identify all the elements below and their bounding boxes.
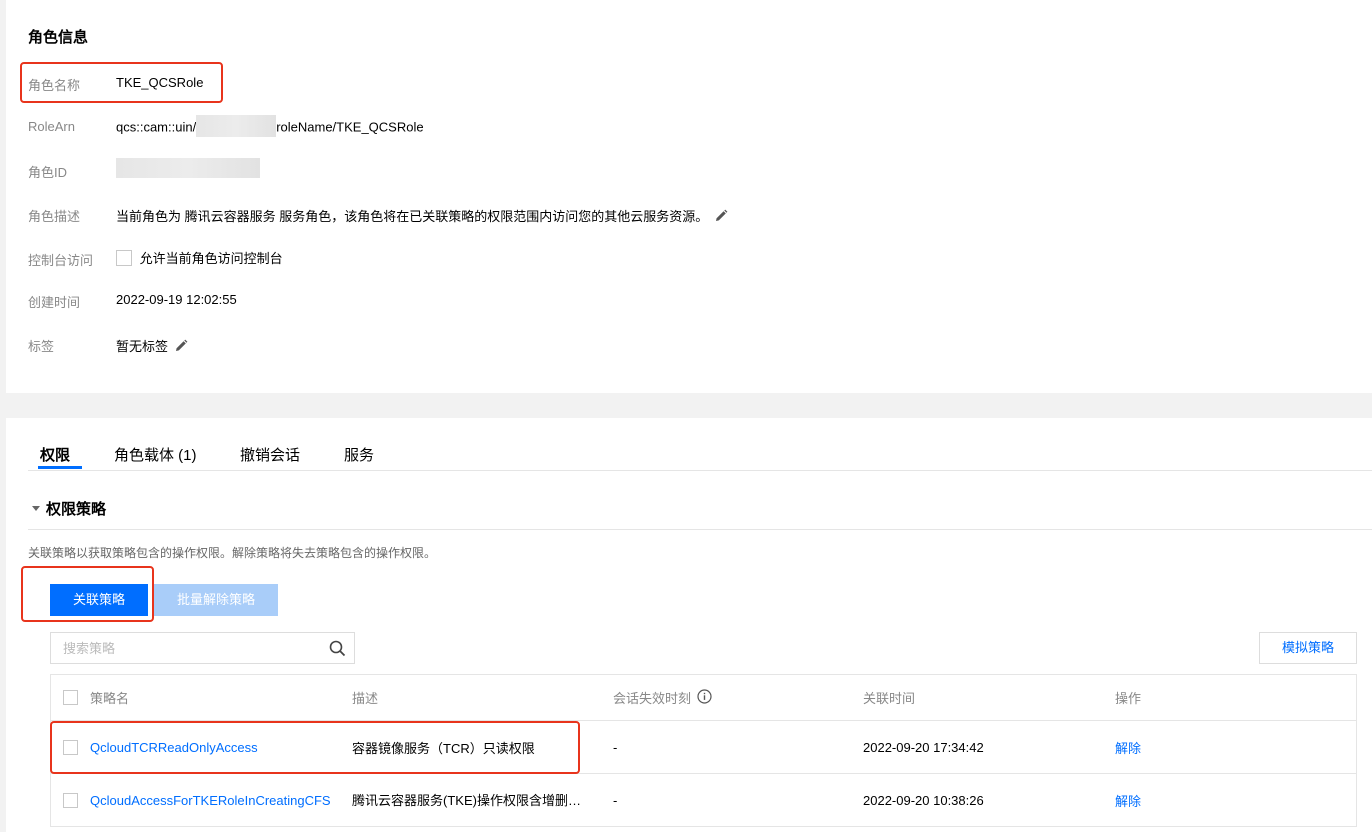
policy-desc-cell: 腾讯云容器服务(TKE)操作权限含增删改查 [352,774,590,826]
edit-description-icon[interactable] [714,209,728,226]
col-description: 描述 [352,691,379,706]
tags-row: 暂无标签 [116,336,188,356]
detach-link[interactable]: 解除 [1115,791,1141,810]
permissions-card: 权限 角色载体 (1) 撤销会话 服务 权限策略 关联策略以获取策略包含的操作权… [6,418,1372,832]
policy-help-text: 关联策略以获取策略包含的操作权限。解除策略将失去策略包含的操作权限。 [28,546,437,560]
edit-tags-icon[interactable] [174,339,188,356]
policy-search-box [50,632,355,664]
role-info-card: 角色信息 角色名称 TKE_QCSRole RoleArn qcs::cam::… [6,0,1372,393]
role-desc-row: 当前角色为 腾讯云容器服务 服务角色，该角色将在已关联策略的权限范围内访问您的其… [116,206,728,226]
table-header-row: 策略名 描述 会话失效时刻 关联时间 操作 [51,675,1356,721]
highlight-box-tcr-policy [50,721,580,774]
simulate-policy-button[interactable]: 模拟策略 [1259,632,1357,664]
role-id-value [116,158,260,178]
col-session-expiry-label: 会话失效时刻 [613,691,692,706]
policy-session: - [613,792,618,808]
batch-detach-policy-button[interactable]: 批量解除策略 [154,584,278,616]
policy-desc: 腾讯云容器服务(TKE)操作权限含增删改查 [352,792,584,808]
tab-bar: 权限 角色载体 (1) 撤销会话 服务 [28,444,1372,471]
tags-value: 暂无标签 [116,339,169,354]
highlight-box-role-name [20,62,223,103]
tab-permissions[interactable]: 权限 [40,444,70,465]
col-session-expiry: 会话失效时刻 [613,675,813,720]
role-arn-prefix: qcs::cam::uin/ [116,119,197,135]
role-desc-label: 角色描述 [28,209,81,224]
tags-label: 标签 [28,339,55,354]
policy-attach-time: 2022-09-20 10:38:26 [863,792,984,808]
redacted-role-id [116,158,260,178]
active-tab-indicator [38,466,82,469]
created-time-value: 2022-09-19 12:02:55 [116,292,237,307]
console-access-checkbox-label[interactable]: 允许当前角色访问控制台 [140,251,283,266]
col-policy-name: 策略名 [90,691,130,706]
role-id-label: 角色ID [28,165,68,180]
policy-attach-time: 2022-09-20 17:34:42 [863,739,984,755]
divider [28,529,1372,530]
tab-revoke-session[interactable]: 撤销会话 [240,444,300,465]
console-access-label: 控制台访问 [28,253,94,268]
role-desc-value: 当前角色为 腾讯云容器服务 服务角色，该角色将在已关联策略的权限范围内访问您的其… [116,209,709,224]
select-all-checkbox[interactable] [63,690,78,705]
table-row: QcloudAccessForTKERoleInCreatingCFS 腾讯云容… [51,774,1356,827]
col-attach-time: 关联时间 [863,691,916,706]
role-arn-label: RoleArn [28,119,75,134]
policy-search-input[interactable] [51,633,333,663]
policy-section-header[interactable]: 权限策略 [32,498,106,519]
tab-role-carrier[interactable]: 角色载体 (1) [114,444,197,465]
info-icon[interactable] [697,688,712,707]
policy-name-cell: QcloudAccessForTKERoleInCreatingCFS [90,774,330,826]
role-arn-value: qcs::cam::uin/roleName/TKE_QCSRole [116,115,424,137]
role-arn-suffix: roleName/TKE_QCSRole [276,119,424,135]
policy-section-title: 权限策略 [46,501,107,518]
detach-link[interactable]: 解除 [1115,738,1141,757]
search-icon[interactable] [329,640,346,660]
header-checkbox-cell [63,675,78,720]
role-info-title: 角色信息 [28,29,89,46]
policy-name-link[interactable]: QcloudAccessForTKERoleInCreatingCFS [90,793,330,808]
created-time-label: 创建时间 [28,295,81,310]
console-access-row: 允许当前角色访问控制台 [116,248,283,267]
policy-op-cell: 解除 [1115,721,1195,773]
col-operation: 操作 [1115,691,1142,706]
row-checkbox-cell [63,774,78,826]
highlight-box-attach [21,566,154,622]
policy-session: - [613,739,618,755]
tab-service[interactable]: 服务 [344,444,374,465]
console-access-checkbox[interactable] [116,249,132,266]
caret-down-icon[interactable] [32,505,40,511]
policy-op-cell: 解除 [1115,774,1195,826]
row-checkbox[interactable] [63,792,78,808]
redacted-uin [196,115,277,137]
